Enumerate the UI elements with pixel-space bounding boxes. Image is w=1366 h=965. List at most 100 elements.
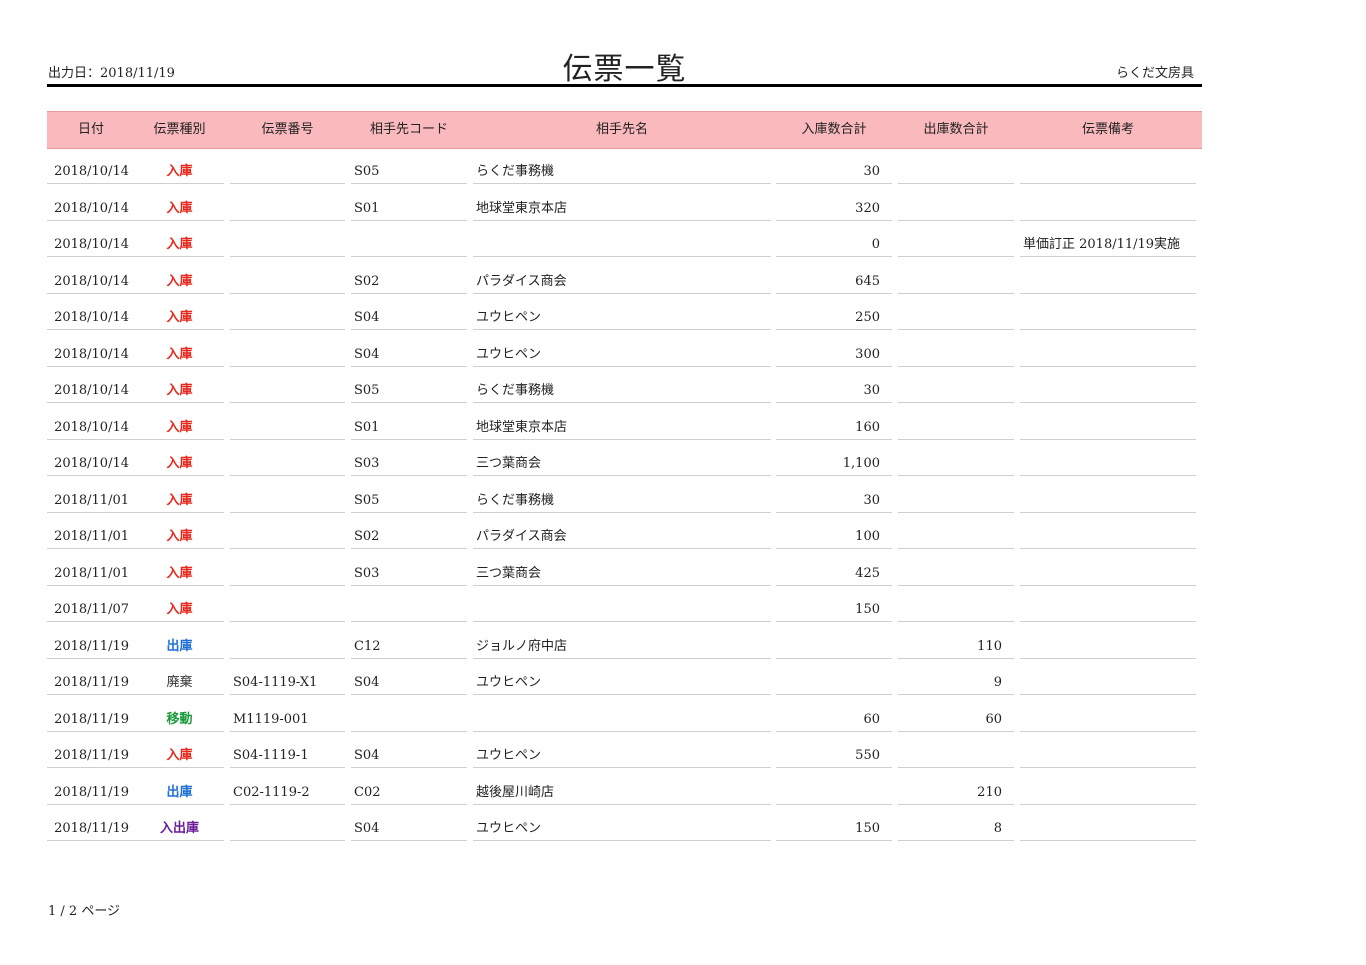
table-row: 2018/10/14 入庫 0 単価訂正 2018/11/19実施 bbox=[47, 226, 1202, 263]
cell-out-total bbox=[898, 190, 1014, 221]
cell-partner-code bbox=[351, 701, 467, 732]
cell-out-total: 60 bbox=[898, 701, 1014, 732]
cell-slip-number bbox=[230, 226, 345, 257]
cell-date: 2018/11/01 bbox=[47, 518, 135, 549]
cell-slip-number bbox=[230, 372, 345, 403]
cell-partner-name: 地球堂東京本店 bbox=[473, 190, 771, 221]
cell-in-total: 645 bbox=[776, 263, 892, 294]
cell-memo bbox=[1020, 445, 1196, 476]
cell-in-total: 30 bbox=[776, 482, 892, 513]
cell-out-total: 110 bbox=[898, 628, 1014, 659]
cell-slip-number bbox=[230, 445, 345, 476]
cell-type: 入庫 bbox=[135, 263, 224, 294]
table-row: 2018/10/14 入庫 S02 パラダイス商会 645 bbox=[47, 263, 1202, 300]
cell-in-total: 300 bbox=[776, 336, 892, 367]
table-row: 2018/10/14 入庫 S05 らくだ事務機 30 bbox=[47, 153, 1202, 190]
cell-partner-code: S04 bbox=[351, 737, 467, 768]
cell-type: 入庫 bbox=[135, 409, 224, 440]
cell-partner-name bbox=[473, 591, 771, 622]
table-row: 2018/10/14 入庫 S03 三つ葉商会 1,100 bbox=[47, 445, 1202, 482]
cell-memo bbox=[1020, 774, 1196, 805]
cell-partner-name: ユウヒペン bbox=[473, 336, 771, 367]
cell-partner-code: S05 bbox=[351, 372, 467, 403]
table-row: 2018/11/01 入庫 S03 三つ葉商会 425 bbox=[47, 555, 1202, 592]
cell-type: 入庫 bbox=[135, 482, 224, 513]
cell-type: 出庫 bbox=[135, 628, 224, 659]
cell-out-total bbox=[898, 409, 1014, 440]
cell-date: 2018/11/19 bbox=[47, 737, 135, 768]
cell-in-total: 150 bbox=[776, 810, 892, 841]
cell-memo bbox=[1020, 299, 1196, 330]
cell-memo bbox=[1020, 518, 1196, 549]
cell-in-total: 30 bbox=[776, 372, 892, 403]
cell-out-total bbox=[898, 445, 1014, 476]
cell-type: 入庫 bbox=[135, 153, 224, 184]
cell-slip-number: S04-1119-1 bbox=[230, 737, 345, 768]
cell-in-total: 60 bbox=[776, 701, 892, 732]
cell-memo bbox=[1020, 555, 1196, 586]
table-row: 2018/11/19 出庫 C02-1119-2 C02 越後屋川崎店 210 bbox=[47, 774, 1202, 811]
cell-memo bbox=[1020, 336, 1196, 367]
cell-out-total bbox=[898, 482, 1014, 513]
cell-memo bbox=[1020, 409, 1196, 440]
cell-partner-name: 三つ葉商会 bbox=[473, 445, 771, 476]
cell-type: 入庫 bbox=[135, 591, 224, 622]
cell-date: 2018/11/19 bbox=[47, 628, 135, 659]
cell-partner-name: ジョルノ府中店 bbox=[473, 628, 771, 659]
cell-memo bbox=[1020, 664, 1196, 695]
cell-partner-code: S03 bbox=[351, 445, 467, 476]
cell-out-total bbox=[898, 153, 1014, 184]
table-row: 2018/11/01 入庫 S02 パラダイス商会 100 bbox=[47, 518, 1202, 555]
cell-partner-code: S03 bbox=[351, 555, 467, 586]
table-row: 2018/11/01 入庫 S05 らくだ事務機 30 bbox=[47, 482, 1202, 519]
column-header-partner-name: 相手先名 bbox=[595, 122, 648, 137]
page-title: 伝票一覧 bbox=[562, 52, 687, 87]
cell-type: 入庫 bbox=[135, 299, 224, 330]
cell-partner-name: 三つ葉商会 bbox=[473, 555, 771, 586]
cell-slip-number bbox=[230, 482, 345, 513]
cell-type: 入庫 bbox=[135, 518, 224, 549]
cell-out-total bbox=[898, 336, 1014, 367]
cell-memo bbox=[1020, 591, 1196, 622]
cell-slip-number: C02-1119-2 bbox=[230, 774, 345, 805]
cell-type: 入庫 bbox=[135, 226, 224, 257]
report-header: 出力日：2018/11/19 伝票一覧 らくだ文房具 bbox=[47, 40, 1202, 87]
cell-in-total: 160 bbox=[776, 409, 892, 440]
cell-partner-code: S01 bbox=[351, 190, 467, 221]
cell-out-total bbox=[898, 299, 1014, 330]
cell-out-total bbox=[898, 226, 1014, 257]
cell-date: 2018/11/19 bbox=[47, 701, 135, 732]
cell-date: 2018/10/14 bbox=[47, 409, 135, 440]
cell-partner-name: パラダイス商会 bbox=[473, 518, 771, 549]
cell-slip-number bbox=[230, 299, 345, 330]
table-row: 2018/10/14 入庫 S04 ユウヒペン 250 bbox=[47, 299, 1202, 336]
cell-date: 2018/11/19 bbox=[47, 664, 135, 695]
cell-partner-code: S04 bbox=[351, 336, 467, 367]
cell-partner-name bbox=[473, 226, 771, 257]
cell-partner-code: S02 bbox=[351, 518, 467, 549]
table-row: 2018/10/14 入庫 S01 地球堂東京本店 320 bbox=[47, 190, 1202, 227]
cell-partner-code bbox=[351, 591, 467, 622]
cell-type: 移動 bbox=[135, 701, 224, 732]
cell-type: 入庫 bbox=[135, 445, 224, 476]
table-row: 2018/11/07 入庫 150 bbox=[47, 591, 1202, 628]
column-header-memo: 伝票備考 bbox=[1081, 122, 1134, 137]
cell-date: 2018/11/19 bbox=[47, 810, 135, 841]
cell-slip-number bbox=[230, 153, 345, 184]
cell-slip-number bbox=[230, 591, 345, 622]
table-row: 2018/11/19 入出庫 S04 ユウヒペン 150 8 bbox=[47, 810, 1202, 847]
cell-out-total bbox=[898, 555, 1014, 586]
column-header-partner-code: 相手先コード bbox=[369, 122, 448, 137]
cell-out-total bbox=[898, 737, 1014, 768]
page-info: 1 / 2 ページ bbox=[48, 904, 121, 919]
cell-partner-name: ユウヒペン bbox=[473, 299, 771, 330]
cell-partner-code: C12 bbox=[351, 628, 467, 659]
cell-partner-code: S04 bbox=[351, 664, 467, 695]
cell-in-total: 425 bbox=[776, 555, 892, 586]
cell-partner-name bbox=[473, 701, 771, 732]
cell-memo bbox=[1020, 153, 1196, 184]
column-header-date: 日付 bbox=[77, 122, 104, 137]
cell-in-total: 1,100 bbox=[776, 445, 892, 476]
cell-out-total bbox=[898, 591, 1014, 622]
table-row: 2018/11/19 入庫 S04-1119-1 S04 ユウヒペン 550 bbox=[47, 737, 1202, 774]
